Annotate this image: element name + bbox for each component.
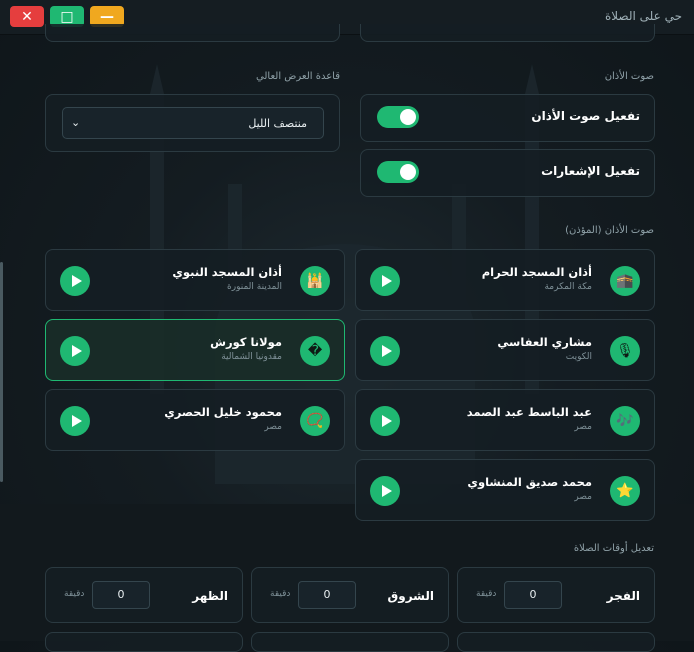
notifications-toggle-switch[interactable] <box>377 161 419 183</box>
high-latitude-card: منتصف الليل ⌄ <box>45 94 340 152</box>
mosque-icon: 🕌 <box>300 266 330 296</box>
muezzin-card[interactable]: 🎙 مشاري العفاسي الكويت <box>355 319 655 381</box>
muezzin-name: عبد الباسط عبد الصمد <box>466 405 592 419</box>
section-adhan-sound: صوت الأذان <box>604 71 654 82</box>
minimize-icon: — <box>100 8 114 25</box>
window-title: حي على الصلاة <box>604 9 682 23</box>
high-latitude-select[interactable]: منتصف الليل ⌄ <box>62 107 324 139</box>
muezzin-card[interactable]: ⭐ محمد صديق المنشاوي مصر <box>355 459 655 521</box>
prayer-beads-icon: 📿 <box>300 406 330 436</box>
adjust-input-sunrise[interactable]: 0 <box>298 581 356 609</box>
unknown-icon: � <box>300 336 330 366</box>
notifications-toggle-label: تفعيل الإشعارات <box>541 164 640 178</box>
muezzin-location: مصر <box>264 422 282 432</box>
adjust-input-dhuhr[interactable]: 0 <box>92 581 150 609</box>
muezzin-location: المدينة المنورة <box>227 282 282 292</box>
chevron-down-icon: ⌄ <box>71 116 81 129</box>
adjust-unit: دقيقة <box>476 589 497 599</box>
microphone-icon: 🎙 <box>610 336 640 366</box>
muezzin-name: مشاري العفاسي <box>497 335 592 349</box>
muezzin-card[interactable]: 🕌 أذان المسجد النبوي المدينة المنورة <box>45 249 345 311</box>
adjust-label: الظهر <box>192 589 228 603</box>
play-button[interactable] <box>60 266 90 296</box>
muezzin-name: مولانا كورش <box>210 335 282 349</box>
adhan-toggle-switch[interactable] <box>377 106 419 128</box>
adhan-toggle-label: تفعيل صوت الأذان <box>531 109 640 123</box>
muezzin-location: مصر <box>574 492 592 502</box>
play-button[interactable] <box>60 336 90 366</box>
close-icon: ✕ <box>21 8 33 25</box>
section-adjust-times: تعديل أوقات الصلاة <box>573 543 654 554</box>
adjust-label: الشروق <box>387 589 434 603</box>
adhan-toggle-card: تفعيل صوت الأذان <box>360 94 655 142</box>
adjust-unit: دقيقة <box>64 589 85 599</box>
partial-card-left <box>45 24 340 42</box>
adjust-unit: دقيقة <box>270 589 291 599</box>
muezzin-location: مكة المكرمة <box>544 282 592 292</box>
close-button[interactable]: ✕ <box>10 6 44 27</box>
maximize-icon: □ <box>60 8 74 25</box>
star-icon: ⭐ <box>610 476 640 506</box>
muezzin-name: محمد صديق المنشاوي <box>467 475 592 489</box>
play-button[interactable] <box>370 336 400 366</box>
muezzin-name: أذان المسجد النبوي <box>172 265 282 279</box>
muezzin-location: الكويت <box>565 352 592 362</box>
adjust-card-fajr: الفجر 0 دقيقة <box>457 567 655 623</box>
music-icon: 🎶 <box>610 406 640 436</box>
muezzin-card[interactable]: � مولانا كورش مقدونيا الشمالية <box>45 319 345 381</box>
kaaba-icon: 🕋 <box>610 266 640 296</box>
partial-card-bottom <box>251 632 449 652</box>
adjust-input-fajr[interactable]: 0 <box>504 581 562 609</box>
partial-card-right <box>360 24 655 42</box>
select-value: منتصف الليل <box>248 117 307 130</box>
notifications-toggle-card: تفعيل الإشعارات <box>360 149 655 197</box>
section-high-latitude: قاعدة العرض العالي <box>256 71 340 82</box>
muezzin-card[interactable]: 🎶 عبد الباسط عبد الصمد مصر <box>355 389 655 451</box>
partial-card-bottom <box>45 632 243 652</box>
adjust-card-dhuhr: الظهر 0 دقيقة <box>45 567 243 623</box>
muezzin-name: أذان المسجد الحرام <box>481 265 592 279</box>
muezzin-name: محمود خليل الحصري <box>164 405 282 419</box>
toggle-knob <box>400 109 416 125</box>
toggle-knob <box>400 164 416 180</box>
adjust-card-sunrise: الشروق 0 دقيقة <box>251 567 449 623</box>
play-button[interactable] <box>370 476 400 506</box>
section-muezzin: صوت الأذان (المؤذن) <box>565 225 654 236</box>
partial-card-bottom <box>457 632 655 652</box>
muezzin-location: مصر <box>574 422 592 432</box>
play-button[interactable] <box>370 406 400 436</box>
play-button[interactable] <box>60 406 90 436</box>
muezzin-card[interactable]: 📿 محمود خليل الحصري مصر <box>45 389 345 451</box>
muezzin-location: مقدونيا الشمالية <box>221 352 282 362</box>
scrollbar[interactable] <box>0 262 3 482</box>
adjust-label: الفجر <box>606 589 640 603</box>
muezzin-card[interactable]: 🕋 أذان المسجد الحرام مكة المكرمة <box>355 249 655 311</box>
play-button[interactable] <box>370 266 400 296</box>
